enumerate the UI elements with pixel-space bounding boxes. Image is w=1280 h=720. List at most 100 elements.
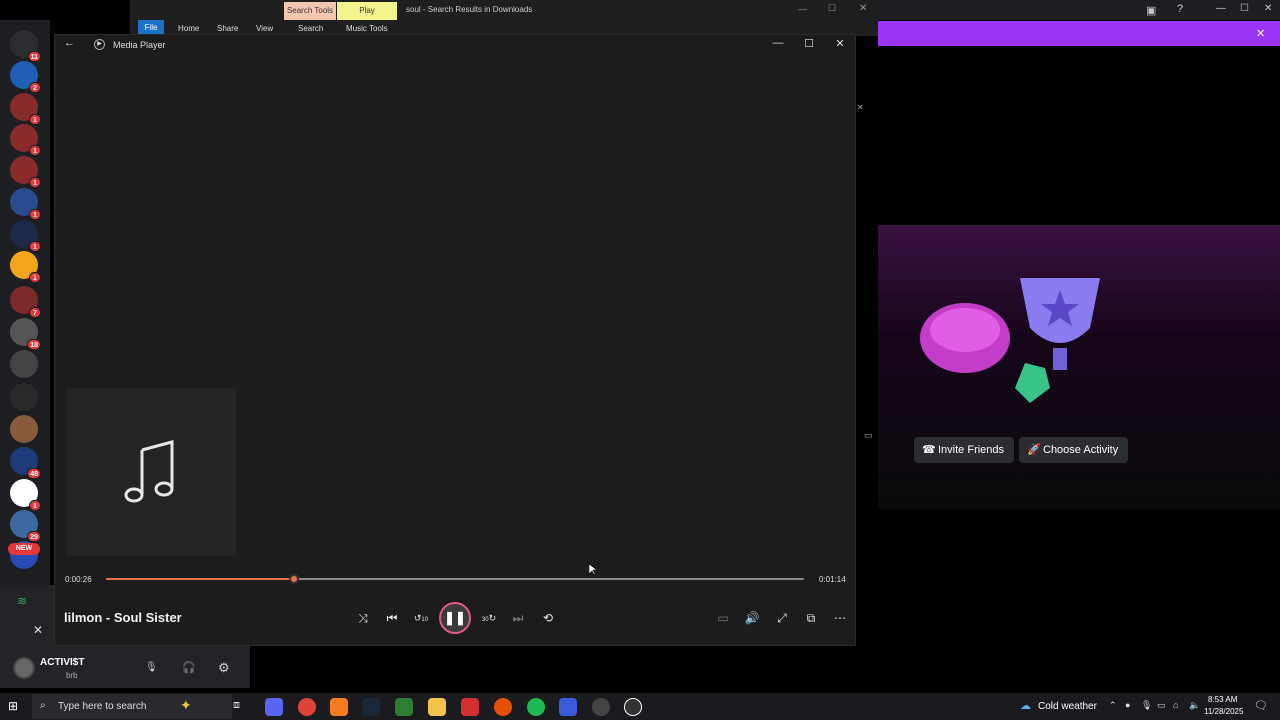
- unread-badge: 1: [29, 241, 41, 252]
- player-maximize-icon[interactable]: ☐: [799, 37, 819, 50]
- player-minimize-icon[interactable]: —: [768, 37, 788, 49]
- discord-maximize-icon[interactable]: ☐: [1240, 3, 1249, 14]
- tab-view[interactable]: View: [256, 24, 273, 33]
- panel-close-icon[interactable]: ✕: [857, 103, 864, 112]
- task-view-icon[interactable]: ⧈: [233, 699, 240, 712]
- notice-banner: [878, 21, 1280, 46]
- app-icon[interactable]: [330, 698, 348, 716]
- tab-search[interactable]: Search: [298, 24, 323, 33]
- server-icon[interactable]: 18: [10, 318, 41, 350]
- player-close-icon[interactable]: ✕: [830, 37, 850, 50]
- choose-activity-button[interactable]: 🚀 Choose Activity: [1019, 437, 1129, 463]
- spotify-app-icon[interactable]: [527, 698, 545, 716]
- choose-activity-label: Choose Activity: [1043, 444, 1119, 456]
- pause-button[interactable]: ❚❚: [439, 602, 471, 634]
- volume-icon[interactable]: 🔊: [742, 609, 762, 627]
- app-icon[interactable]: [395, 698, 413, 716]
- play-context-tab[interactable]: Play: [337, 2, 397, 20]
- search-tools-context-tab[interactable]: Search Tools: [284, 2, 336, 20]
- settings-gear-icon[interactable]: ⚙: [218, 660, 230, 676]
- invite-friends-button[interactable]: ☎ Invite Friends: [914, 437, 1015, 463]
- discord-close-icon[interactable]: ✕: [1264, 3, 1272, 14]
- explorer-maximize-icon[interactable]: ☐: [828, 3, 836, 14]
- unread-badge: 1: [29, 114, 41, 125]
- server-icon[interactable]: [10, 350, 38, 378]
- file-explorer-app-icon[interactable]: [428, 698, 446, 716]
- banner-close-icon[interactable]: ✕: [1256, 27, 1265, 40]
- explorer-close-icon[interactable]: ✕: [859, 3, 867, 14]
- previous-track-icon[interactable]: ⏮: [382, 609, 402, 627]
- server-icon[interactable]: 1: [10, 93, 41, 125]
- shuffle-icon[interactable]: ⤨: [353, 609, 373, 627]
- next-track-icon[interactable]: ⏭: [508, 609, 528, 627]
- skip-forward-icon[interactable]: 30↻: [479, 609, 499, 627]
- inbox-icon[interactable]: ▣: [1146, 4, 1156, 17]
- back-arrow-icon[interactable]: ←: [64, 37, 75, 49]
- explorer-window-title: soul - Search Results in Downloads: [406, 5, 533, 14]
- microphone-icon[interactable]: 🎙: [145, 662, 158, 673]
- search-highlight-icon: ✦: [180, 697, 192, 713]
- server-icon[interactable]: 1: [10, 188, 41, 220]
- server-icon[interactable]: 29: [10, 510, 41, 542]
- app-icon[interactable]: [592, 698, 610, 716]
- tray-app-icon[interactable]: ●: [1125, 700, 1130, 710]
- captions-icon[interactable]: ▭: [713, 609, 733, 627]
- server-icon[interactable]: 1: [10, 479, 41, 511]
- voice-panel: [0, 585, 60, 645]
- invite-person-icon: ☎: [922, 444, 936, 456]
- fullscreen-icon[interactable]: ⤢: [772, 609, 792, 627]
- explorer-minimize-icon[interactable]: —: [798, 4, 807, 14]
- tab-share[interactable]: Share: [217, 24, 238, 33]
- server-icon[interactable]: 1: [10, 124, 41, 156]
- server-icon[interactable]: 2: [10, 61, 41, 93]
- skip-forward-seconds: 30: [481, 617, 489, 623]
- windows-start-icon[interactable]: ⊞: [8, 699, 18, 713]
- unread-badge: 7: [29, 307, 41, 318]
- skip-back-icon[interactable]: ↺10: [411, 609, 431, 627]
- chrome-app-icon[interactable]: [298, 698, 316, 716]
- unread-badge: 1: [29, 500, 41, 511]
- clock-time[interactable]: 8:53 AM: [1208, 695, 1237, 704]
- display-icon[interactable]: ▭: [1157, 700, 1166, 711]
- app-icon[interactable]: [559, 698, 577, 716]
- server-icon[interactable]: 1: [10, 156, 41, 188]
- server-icon[interactable]: [10, 383, 38, 411]
- headphones-icon[interactable]: 🎧: [182, 661, 196, 674]
- server-icon[interactable]: [10, 415, 38, 443]
- direct-messages-icon[interactable]: 11: [10, 30, 41, 62]
- help-icon[interactable]: ?: [1177, 3, 1183, 15]
- weather-text[interactable]: Cold weather: [1038, 701, 1097, 712]
- seek-bar-progress: [106, 578, 295, 580]
- total-time: 0:01:14: [819, 575, 846, 584]
- more-options-icon[interactable]: ⋯: [830, 609, 850, 627]
- disconnect-icon[interactable]: ✕: [33, 623, 43, 637]
- app-icon[interactable]: [494, 698, 512, 716]
- tab-music-tools[interactable]: Music Tools: [346, 24, 388, 33]
- discord-app-icon[interactable]: [265, 698, 283, 716]
- unread-badge: 1: [29, 272, 41, 283]
- server-icon[interactable]: 1: [10, 220, 41, 252]
- microphone-icon: 🎙: [1141, 700, 1153, 710]
- steam-app-icon[interactable]: [362, 698, 380, 716]
- rocket-icon: 🚀: [1027, 444, 1041, 456]
- invite-friends-label: Invite Friends: [938, 444, 1005, 456]
- volume-icon[interactable]: 🔈: [1189, 700, 1200, 711]
- clock-date[interactable]: 11/28/2025: [1204, 707, 1243, 716]
- server-icon[interactable]: 1: [10, 251, 41, 283]
- server-icon[interactable]: 7: [10, 286, 41, 318]
- network-icon[interactable]: ⌂: [1173, 700, 1178, 710]
- player-window-title: Media Player: [113, 40, 166, 50]
- media-player-app-icon[interactable]: [624, 698, 642, 716]
- avatar[interactable]: [13, 657, 35, 679]
- chat-icon[interactable]: ▭: [864, 430, 873, 441]
- server-icon[interactable]: 48: [10, 447, 41, 479]
- discord-minimize-icon[interactable]: —: [1216, 3, 1226, 14]
- mini-player-icon[interactable]: ⧉: [801, 609, 821, 627]
- repeat-off-icon[interactable]: ⟲: [538, 609, 558, 627]
- notifications-icon[interactable]: 🗨: [1254, 699, 1268, 712]
- app-icon[interactable]: [461, 698, 479, 716]
- tab-home[interactable]: Home: [178, 24, 199, 33]
- show-hidden-icons-icon[interactable]: ⌃: [1109, 700, 1117, 711]
- unread-badge: 1: [29, 209, 41, 220]
- user-status: brb: [66, 671, 78, 680]
